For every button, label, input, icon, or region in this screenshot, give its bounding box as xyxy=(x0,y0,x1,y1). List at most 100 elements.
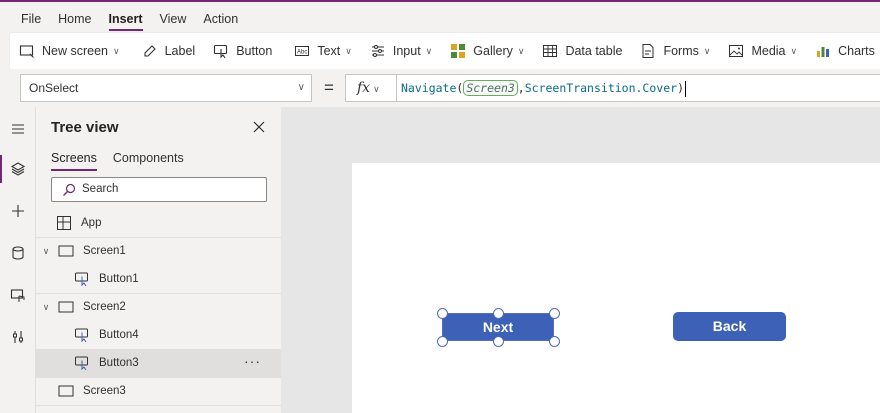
tab-components[interactable]: Components xyxy=(113,151,184,171)
forms-label: Forms xyxy=(663,44,699,58)
menu-home[interactable]: Home xyxy=(58,2,91,36)
tree-node-label: Button4 xyxy=(99,329,139,341)
menu-insert[interactable]: Insert xyxy=(108,2,143,36)
insert-data-table-button[interactable]: Data table xyxy=(533,33,631,69)
app-screen[interactable]: Next Back xyxy=(352,163,880,413)
database-icon xyxy=(12,246,24,260)
property-dropdown[interactable]: OnSelect ∨ xyxy=(20,74,312,102)
tree-node-label: Screen1 xyxy=(83,245,126,257)
tree-node-button3[interactable]: Button3 ··· xyxy=(36,349,281,377)
resize-handle-top[interactable] xyxy=(493,308,504,319)
insert-media-dropdown[interactable]: Media ∨ xyxy=(719,33,806,69)
property-value: OnSelect xyxy=(29,81,79,95)
tree-search-input[interactable]: Search xyxy=(51,177,267,202)
advanced-tools-button[interactable] xyxy=(0,317,36,357)
fx-button[interactable]: fx ∨ xyxy=(345,74,397,102)
tree-view-panel: Tree view Screens Components Search App … xyxy=(36,107,281,413)
media-icon xyxy=(10,289,25,302)
chevron-down-icon[interactable]: ∨ xyxy=(40,302,52,313)
button-icon xyxy=(213,43,229,59)
close-tree-view-button[interactable] xyxy=(250,118,268,136)
data-panel-button[interactable] xyxy=(0,233,36,273)
tree-node-label: App xyxy=(81,217,102,229)
label-text: Label xyxy=(164,44,196,58)
text-caret xyxy=(685,80,686,97)
tree-node-label: Button1 xyxy=(99,273,139,285)
more-options-button[interactable]: ··· xyxy=(244,349,261,373)
resize-handle-top-right[interactable] xyxy=(549,308,560,319)
screen-icon xyxy=(57,300,75,314)
insert-panel-button[interactable] xyxy=(0,191,36,231)
chevron-down-icon: ∨ xyxy=(790,45,798,56)
tree-node-button1[interactable]: Button1 xyxy=(36,265,281,293)
input-label: Input xyxy=(392,44,421,58)
svg-text:Abc: Abc xyxy=(297,50,307,56)
insert-button-button[interactable]: Button xyxy=(204,33,281,69)
button-icon xyxy=(73,272,91,287)
insert-forms-dropdown[interactable]: Forms ∨ xyxy=(631,33,719,69)
insert-charts-dropdown[interactable]: Charts ∨ xyxy=(806,33,880,69)
formula-bar: OnSelect ∨ = fx ∨ Navigate(Screen3 ,Screen… xyxy=(0,69,880,107)
insert-input-dropdown[interactable]: Input ∨ xyxy=(361,33,441,69)
chevron-down-icon: ∨ xyxy=(517,45,525,56)
label-icon xyxy=(142,43,158,59)
formula-close-paren: ) xyxy=(677,81,684,95)
back-button[interactable]: Back xyxy=(673,312,786,341)
media-panel-button[interactable] xyxy=(0,275,36,315)
menu-view[interactable]: View xyxy=(160,2,187,36)
new-screen-label: New screen xyxy=(42,44,108,58)
app-icon xyxy=(55,216,73,230)
tree-node-screen1[interactable]: ∨ Screen1 xyxy=(36,237,281,265)
insert-gallery-dropdown[interactable]: Gallery ∨ xyxy=(441,33,533,69)
resize-handle-bottom-left[interactable] xyxy=(437,336,448,347)
formula-function: Navigate xyxy=(401,81,457,95)
chart-icon xyxy=(815,43,831,59)
image-icon xyxy=(728,43,744,59)
insert-ribbon: New screen ∨ Label Button Abc Text ∨ Inp… xyxy=(10,33,880,69)
formula-comma: , xyxy=(517,81,525,95)
insert-text-dropdown[interactable]: Abc Text ∨ xyxy=(285,33,361,69)
tree-node-screen3[interactable]: Screen3 xyxy=(36,377,281,405)
hamburger-menu-button[interactable] xyxy=(0,109,36,149)
table-icon xyxy=(542,43,558,59)
chevron-down-icon: ∨ xyxy=(345,45,352,56)
tree-divider xyxy=(36,405,281,406)
tree-node-screen2[interactable]: ∨ Screen2 xyxy=(36,293,281,321)
button-icon xyxy=(73,356,91,371)
hamburger-icon xyxy=(12,124,24,134)
media-label: Media xyxy=(751,44,786,58)
screen-icon xyxy=(57,384,75,398)
plus-icon xyxy=(12,205,24,217)
text-label: Text xyxy=(317,44,341,58)
close-icon xyxy=(253,121,265,133)
data-table-label: Data table xyxy=(565,44,623,58)
tree-node-button4[interactable]: Button4 xyxy=(36,321,281,349)
forms-icon xyxy=(640,43,656,59)
chevron-down-icon: ∨ xyxy=(113,45,120,56)
menu-file[interactable]: File xyxy=(21,2,41,36)
input-icon xyxy=(370,43,386,59)
resize-handle-bottom[interactable] xyxy=(493,336,504,347)
menu-bar: File Home Insert View Action xyxy=(0,2,880,36)
tree-view-title: Tree view xyxy=(51,119,119,136)
chevron-down-icon: ∨ xyxy=(425,45,433,56)
chevron-down-icon: ∨ xyxy=(373,84,380,94)
design-canvas[interactable]: Next Back xyxy=(281,107,880,413)
equals-sign: = xyxy=(324,78,334,97)
layers-icon xyxy=(10,162,26,176)
formula-input[interactable]: Navigate(Screen3 ,ScreenTransition.Cover) xyxy=(396,74,880,102)
gallery-label: Gallery xyxy=(473,44,513,58)
tree-view-button[interactable] xyxy=(0,149,36,189)
tab-screens[interactable]: Screens xyxy=(51,151,97,171)
tree-node-app[interactable]: App xyxy=(36,209,281,237)
charts-label: Charts xyxy=(838,44,875,58)
resize-handle-bottom-right[interactable] xyxy=(549,336,560,347)
chevron-down-icon[interactable]: ∨ xyxy=(40,246,52,257)
insert-label-button[interactable]: Label xyxy=(133,33,205,69)
gallery-icon xyxy=(450,43,466,59)
resize-handle-top-left[interactable] xyxy=(437,308,448,319)
menu-action[interactable]: Action xyxy=(203,2,238,36)
new-screen-button[interactable]: New screen ∨ xyxy=(10,33,129,69)
tree-node-label: Button3 xyxy=(99,357,139,369)
tools-icon xyxy=(13,331,23,343)
